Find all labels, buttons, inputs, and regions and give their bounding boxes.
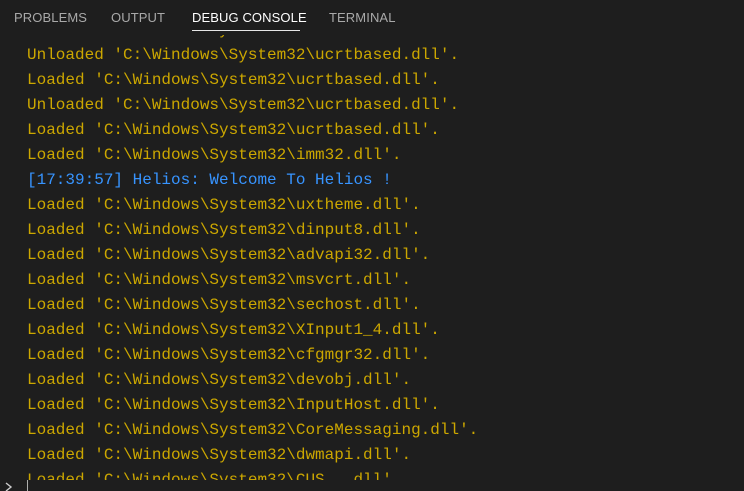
console-log-line: Loaded 'C:\Windows\System32\msvcrt.dll'. bbox=[27, 271, 412, 289]
console-log-line: Loaded 'C:\Windows\System32\XInput1_4.dl… bbox=[27, 321, 440, 339]
console-log-line: Loaded 'C:\Windows\System32\ucrtbased.dl… bbox=[27, 35, 440, 43]
console-log-line: Loaded 'C:\Windows\System32\CUS...dll'. bbox=[27, 471, 402, 480]
console-log-line: Loaded 'C:\Windows\System32\ucrtbased.dl… bbox=[27, 71, 440, 89]
console-log-line: Loaded 'C:\Windows\System32\dwmapi.dll'. bbox=[27, 446, 412, 464]
console-log-line: Loaded 'C:\Windows\System32\CoreMessagin… bbox=[27, 421, 479, 439]
active-tab-indicator bbox=[192, 30, 300, 31]
console-log-line: Loaded 'C:\Windows\System32\devobj.dll'. bbox=[27, 371, 412, 389]
chevron-right-icon bbox=[5, 482, 13, 491]
console-log-line: Loaded 'C:\Windows\System32\cfgmgr32.dll… bbox=[27, 346, 431, 364]
console-log-line: Loaded 'C:\Windows\System32\imm32.dll'. bbox=[27, 146, 402, 164]
panel-tab-bar: PROBLEMS OUTPUT DEBUG CONSOLE TERMINAL bbox=[0, 0, 744, 35]
console-info-line: [17:39:57] Helios: Welcome To Helios ! bbox=[27, 171, 392, 189]
tab-debug-console[interactable]: DEBUG CONSOLE bbox=[192, 10, 307, 25]
tab-terminal[interactable]: TERMINAL bbox=[329, 10, 396, 25]
console-log-line: Loaded 'C:\Windows\System32\uxtheme.dll'… bbox=[27, 196, 421, 214]
tab-problems[interactable]: PROBLEMS bbox=[14, 10, 87, 25]
repl-input-row bbox=[0, 480, 744, 491]
console-log-line: Unloaded 'C:\Windows\System32\ucrtbased.… bbox=[27, 96, 460, 114]
console-log-line: Loaded 'C:\Windows\System32\ucrtbased.dl… bbox=[27, 121, 440, 139]
console-log-line: Loaded 'C:\Windows\System32\advapi32.dll… bbox=[27, 246, 431, 264]
debug-console-output[interactable]: Loaded 'C:\Windows\System32\ucrtbased.dl… bbox=[0, 35, 744, 480]
console-log-line: Unloaded 'C:\Windows\System32\ucrtbased.… bbox=[27, 46, 460, 64]
console-log-line: Loaded 'C:\Windows\System32\dinput8.dll'… bbox=[27, 221, 421, 239]
console-log-line: Loaded 'C:\Windows\System32\InputHost.dl… bbox=[27, 396, 440, 414]
debug-panel: PROBLEMS OUTPUT DEBUG CONSOLE TERMINAL L… bbox=[0, 0, 744, 491]
console-log-line: Loaded 'C:\Windows\System32\sechost.dll'… bbox=[27, 296, 421, 314]
text-cursor bbox=[27, 480, 28, 491]
repl-input[interactable] bbox=[24, 480, 740, 491]
tab-output[interactable]: OUTPUT bbox=[111, 10, 165, 25]
